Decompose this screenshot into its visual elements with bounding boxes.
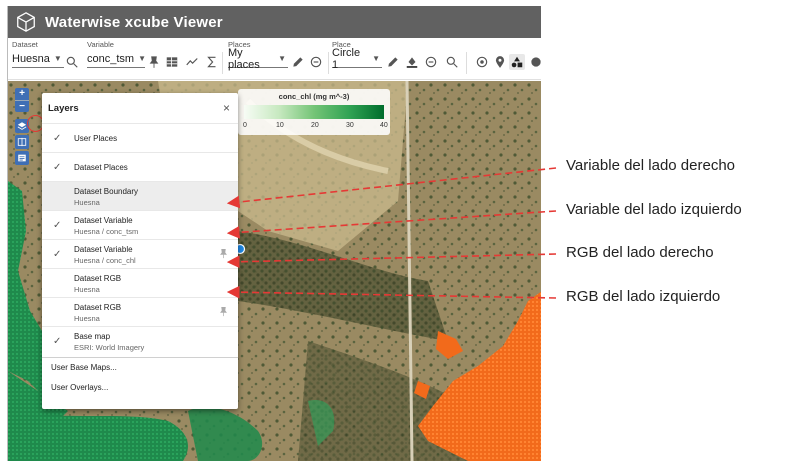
annotation-rgb-left: RGB del lado izquierdo [566,288,721,305]
arrow-rgb-right [226,253,557,269]
arrow-variable-right [226,167,557,209]
arrow-rgb-left [226,285,557,299]
annotation-variable-right: Variable del lado derecho [566,157,736,174]
annotation-arrows [226,167,557,299]
annotation-rgb-right: RGB del lado derecho [566,244,714,261]
annotation-variable-left: Variable del lado izquierdo [566,201,742,218]
arrow-variable-left [226,210,557,239]
